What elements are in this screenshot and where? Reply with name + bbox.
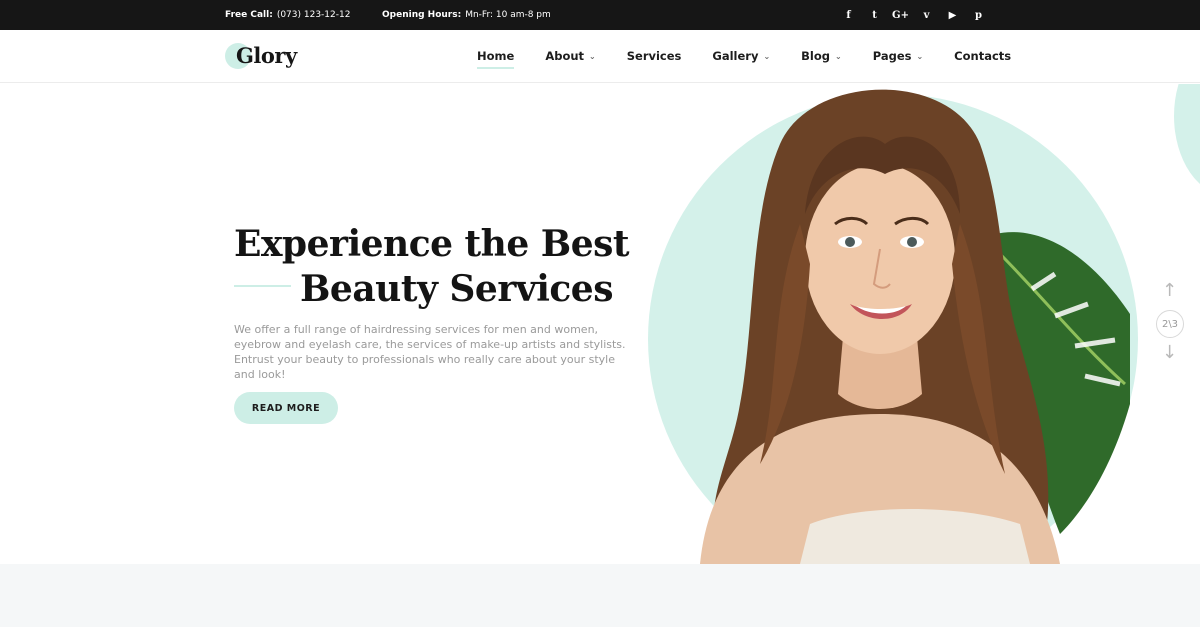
headline-divider (234, 285, 291, 287)
opening-hours-label: Opening Hours: (382, 10, 462, 20)
chevron-down-icon: ⌄ (835, 51, 842, 61)
next-section (0, 564, 1200, 627)
free-call-info: Free Call: (073) 123-12-12 (225, 10, 350, 20)
nav-item-services[interactable]: Services (627, 49, 682, 63)
hero-description: We offer a full range of hairdressing se… (234, 323, 626, 381)
chevron-down-icon: ⌄ (916, 51, 924, 61)
nav-item-home[interactable]: Home (477, 49, 515, 69)
google-plus-icon[interactable]: G+ (892, 8, 909, 22)
main-nav: Home About ⌄ Services Gallery ⌄ Blog ⌄ Page… (477, 49, 1042, 69)
pinterest-icon[interactable]: p (972, 8, 985, 22)
social-links: f t G+ v ▶ p (842, 8, 985, 22)
nav-label: Contacts (954, 49, 1012, 63)
slide-counter: 2\3 (1156, 310, 1184, 338)
logo-text: Glory (236, 43, 297, 68)
read-more-button[interactable]: READ MORE (234, 392, 338, 424)
free-call-label: Free Call: (225, 10, 273, 20)
hero-slider: Experience the Best Beauty Services We o… (0, 84, 1200, 564)
decorative-circle (1174, 84, 1200, 196)
chevron-down-icon: ⌄ (589, 51, 596, 61)
headline-line-2: Beauty Services (300, 268, 613, 310)
free-call-number[interactable]: (073) 123-12-12 (277, 10, 351, 20)
nav-label: Pages (872, 49, 912, 63)
youtube-icon[interactable]: ▶ (946, 8, 959, 22)
top-info-bar: Free Call: (073) 123-12-12 Opening Hours:… (0, 0, 1200, 30)
nav-item-gallery[interactable]: Gallery ⌄ (712, 49, 770, 63)
nav-item-blog[interactable]: Blog ⌄ (801, 49, 842, 63)
site-header: Glory Home About ⌄ Services Gallery ⌄ Blog… (0, 30, 1200, 83)
twitter-icon[interactable]: t (868, 8, 881, 22)
nav-label: Home (477, 49, 515, 63)
arrow-down-icon[interactable]: ↓ (1162, 342, 1177, 363)
nav-label: Blog (801, 49, 830, 63)
nav-item-pages[interactable]: Pages ⌄ (873, 49, 923, 63)
nav-label: Gallery (712, 49, 759, 63)
opening-hours-info: Opening Hours: Mn-Fr: 10 am-8 pm (382, 10, 551, 20)
headline-line-1: Experience the Best (234, 223, 630, 265)
arrow-up-icon[interactable]: ↑ (1162, 280, 1177, 301)
nav-label: Services (626, 49, 682, 63)
vimeo-icon[interactable]: v (920, 8, 933, 22)
opening-hours-value: Mn-Fr: 10 am-8 pm (465, 10, 551, 20)
nav-label: About (545, 49, 585, 63)
chevron-down-icon: ⌄ (763, 51, 771, 61)
nav-item-about[interactable]: About ⌄ (545, 49, 595, 63)
nav-item-contacts[interactable]: Contacts (954, 49, 1011, 63)
hero-headline: Experience the Best Beauty Services (234, 222, 630, 312)
slider-navigation: ↑ 2\3 ↓ (1156, 280, 1184, 370)
hero-model-image (700, 89, 1130, 564)
facebook-icon[interactable]: f (842, 8, 855, 22)
